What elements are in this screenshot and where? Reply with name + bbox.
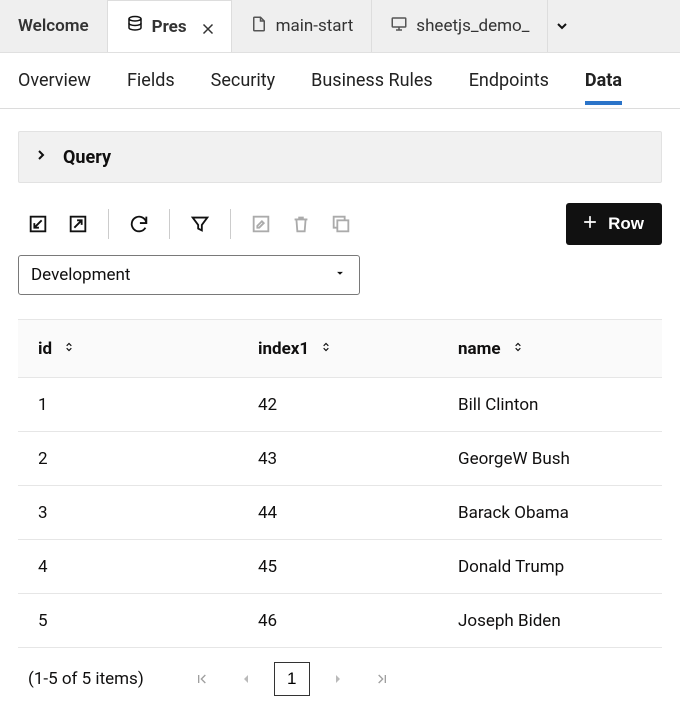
plus-icon bbox=[580, 212, 600, 237]
cell-name: Donald Trump bbox=[458, 557, 642, 577]
refresh-button[interactable] bbox=[119, 204, 159, 244]
tab-fields[interactable]: Fields bbox=[127, 56, 175, 105]
cell-name: Joseph Biden bbox=[458, 611, 642, 631]
file-tab-label: Pres bbox=[152, 17, 187, 37]
column-label: index1 bbox=[258, 339, 309, 359]
add-row-button[interactable]: Row bbox=[566, 203, 662, 245]
file-tab-welcome[interactable]: Welcome bbox=[0, 0, 108, 52]
cell-id: 4 bbox=[38, 557, 258, 577]
tab-label: Overview bbox=[18, 70, 91, 91]
edit-button bbox=[241, 204, 281, 244]
cell-index1: 45 bbox=[258, 557, 458, 577]
cell-name: Bill Clinton bbox=[458, 395, 642, 415]
environment-select[interactable]: Development bbox=[18, 255, 360, 295]
environment-value: Development bbox=[31, 265, 130, 285]
query-panel[interactable]: Query bbox=[18, 131, 662, 183]
file-icon bbox=[250, 15, 268, 38]
database-icon bbox=[126, 15, 144, 38]
cell-index1: 43 bbox=[258, 449, 458, 469]
next-page-button[interactable] bbox=[322, 663, 354, 695]
data-table: id index1 name 1 42 Bill Clinton 2 43 Ge… bbox=[18, 319, 662, 648]
first-page-button[interactable] bbox=[186, 663, 218, 695]
tab-label: Endpoints bbox=[469, 70, 549, 91]
filter-button[interactable] bbox=[180, 204, 220, 244]
file-tab-sheetjs-demo[interactable]: sheetjs_demo_ bbox=[372, 0, 548, 52]
tab-security[interactable]: Security bbox=[211, 56, 275, 105]
tab-overflow-button[interactable] bbox=[548, 0, 576, 52]
table-row[interactable]: 4 45 Donald Trump bbox=[18, 540, 662, 594]
chevron-right-icon bbox=[33, 147, 49, 168]
table-row[interactable]: 5 46 Joseph Biden bbox=[18, 594, 662, 648]
tab-business-rules[interactable]: Business Rules bbox=[311, 56, 433, 105]
prev-page-button[interactable] bbox=[230, 663, 262, 695]
file-tab-strip: Welcome Pres main-start sheetjs_demo_ bbox=[0, 0, 680, 53]
file-tab-label: main-start bbox=[276, 16, 354, 36]
column-header-name[interactable]: name bbox=[458, 339, 642, 359]
table-row[interactable]: 1 42 Bill Clinton bbox=[18, 378, 662, 432]
main-area: Query bbox=[0, 109, 680, 696]
tab-label: Security bbox=[211, 70, 275, 91]
cell-index1: 46 bbox=[258, 611, 458, 631]
duplicate-button bbox=[321, 204, 361, 244]
tab-label: Data bbox=[585, 70, 622, 91]
tab-data[interactable]: Data bbox=[585, 56, 622, 105]
file-tab-main-start[interactable]: main-start bbox=[232, 0, 373, 52]
delete-button bbox=[281, 204, 321, 244]
toolbar-separator bbox=[230, 209, 231, 239]
close-icon[interactable] bbox=[199, 20, 213, 34]
import-button[interactable] bbox=[18, 204, 58, 244]
cell-name: Barack Obama bbox=[458, 503, 642, 523]
export-button[interactable] bbox=[58, 204, 98, 244]
cell-id: 3 bbox=[38, 503, 258, 523]
toolbar-separator bbox=[108, 209, 109, 239]
sort-icon bbox=[319, 339, 333, 359]
sort-icon bbox=[511, 339, 525, 359]
tab-endpoints[interactable]: Endpoints bbox=[469, 56, 549, 105]
column-label: id bbox=[38, 339, 52, 359]
cell-index1: 42 bbox=[258, 395, 458, 415]
cell-id: 2 bbox=[38, 449, 258, 469]
tab-overview[interactable]: Overview bbox=[18, 56, 91, 105]
monitor-icon bbox=[390, 15, 408, 38]
sort-icon bbox=[62, 339, 76, 359]
column-header-index1[interactable]: index1 bbox=[258, 339, 458, 359]
file-tab-pres[interactable]: Pres bbox=[108, 0, 232, 52]
table-row[interactable]: 2 43 GeorgeW Bush bbox=[18, 432, 662, 486]
pagination: (1-5 of 5 items) bbox=[18, 648, 662, 696]
add-row-label: Row bbox=[608, 214, 644, 234]
tab-label: Business Rules bbox=[311, 70, 433, 91]
data-toolbar: Row bbox=[18, 203, 662, 245]
file-tab-label: Welcome bbox=[18, 16, 89, 36]
tab-label: Fields bbox=[127, 70, 175, 91]
caret-down-icon bbox=[333, 265, 347, 285]
cell-id: 5 bbox=[38, 611, 258, 631]
column-header-id[interactable]: id bbox=[38, 339, 258, 359]
query-panel-label: Query bbox=[63, 147, 111, 168]
column-label: name bbox=[458, 339, 501, 359]
toolbar-left bbox=[18, 204, 361, 244]
table-row[interactable]: 3 44 Barack Obama bbox=[18, 486, 662, 540]
page-number-input[interactable] bbox=[274, 662, 310, 696]
pagination-controls bbox=[186, 662, 398, 696]
last-page-button[interactable] bbox=[366, 663, 398, 695]
table-header-row: id index1 name bbox=[18, 320, 662, 378]
file-tab-label: sheetjs_demo_ bbox=[416, 16, 529, 36]
sub-tab-strip: Overview Fields Security Business Rules … bbox=[0, 53, 680, 109]
toolbar-separator bbox=[169, 209, 170, 239]
cell-name: GeorgeW Bush bbox=[458, 449, 642, 469]
pagination-summary: (1-5 of 5 items) bbox=[28, 669, 144, 689]
cell-id: 1 bbox=[38, 395, 258, 415]
cell-index1: 44 bbox=[258, 503, 458, 523]
